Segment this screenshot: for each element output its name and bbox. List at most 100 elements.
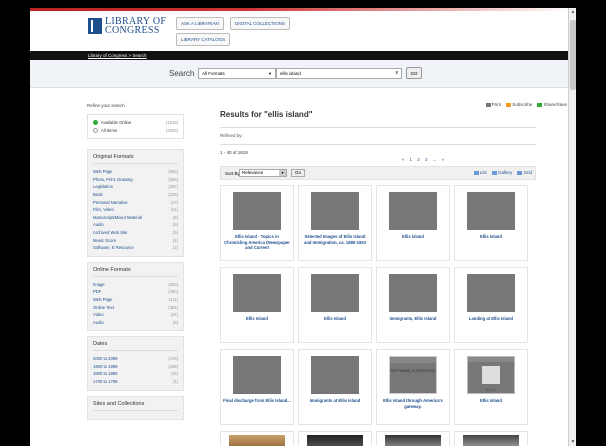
result-card[interactable]: Selected Images of Ellis Island and Immi…: [298, 185, 372, 261]
result-card[interactable]: Ellis Island: [376, 185, 450, 261]
result-card[interactable]: SOFTWARE, E RESOURCE Ellis Island through…: [376, 349, 450, 425]
print-link[interactable]: Print: [485, 102, 501, 107]
result-card[interactable]: Ellis Island: [454, 185, 528, 261]
original-formats-facet: Original Formats Web Page (862) Photo, Pr…: [87, 149, 184, 257]
facet-item[interactable]: 2000 to 2099 (478): [93, 355, 178, 363]
breadcrumb[interactable]: Library of Congress > Search: [88, 53, 147, 58]
sort-go-button[interactable]: Go: [291, 169, 305, 177]
rss-icon: [506, 102, 512, 107]
result-title[interactable]: Immigrants at Ellis Island: [299, 398, 371, 404]
facet-item[interactable]: Personal Narrative (27): [93, 199, 178, 207]
facet-item[interactable]: Photo, Print, Drawing (558): [93, 176, 178, 184]
result-title[interactable]: Final discharge from Ellis Island...: [221, 398, 293, 404]
clear-icon[interactable]: x: [396, 69, 399, 78]
result-thumbnail[interactable]: [307, 435, 363, 446]
facet-item[interactable]: Audio (6): [93, 221, 178, 229]
facet-item[interactable]: Legislation (287): [93, 183, 178, 191]
loc-logo[interactable]: LIBRARY OF CONGRESS: [88, 17, 166, 36]
facet-item[interactable]: Software, E Resource (2): [93, 244, 178, 252]
result-thumbnail[interactable]: [233, 274, 281, 312]
result-thumbnail[interactable]: [311, 274, 359, 312]
search-input[interactable]: ellis island x: [276, 68, 402, 79]
result-card[interactable]: Immigrants at Ellis Island: [298, 349, 372, 425]
facet-item[interactable]: Archived Web Site (5): [93, 229, 178, 237]
result-title[interactable]: Ellis Island - Topics in Chronicling Ame…: [221, 234, 293, 251]
result-card[interactable]: BOOK Ellis Island: [454, 349, 528, 425]
facet-item[interactable]: 1900 to 1999 (256): [93, 363, 178, 371]
result-card[interactable]: [454, 431, 528, 446]
result-thumbnail[interactable]: [233, 356, 281, 394]
result-thumbnail[interactable]: [467, 274, 515, 312]
result-thumbnail[interactable]: [311, 356, 359, 394]
result-card[interactable]: [220, 431, 294, 446]
result-title[interactable]: Ellis Island: [377, 234, 449, 240]
filter-all-items[interactable]: All Items (2683): [93, 127, 178, 135]
result-title[interactable]: Ellis Island through America's gateway.: [377, 398, 449, 409]
facet-item[interactable]: 1700 to 1799 (4): [93, 378, 178, 386]
result-card[interactable]: Immigrants, Ellis Island: [376, 267, 450, 343]
scroll-down-icon[interactable]: ▼: [569, 438, 577, 446]
view-gallery[interactable]: Gallery: [491, 170, 512, 175]
view-list[interactable]: List: [473, 170, 487, 175]
software-placeholder-thumbnail[interactable]: SOFTWARE, E RESOURCE: [389, 356, 437, 394]
results-panel: Results for "ellis island" Refined by: 1…: [220, 110, 536, 446]
facet-item[interactable]: Video (24): [93, 311, 178, 319]
result-title[interactable]: Ellis Island: [455, 234, 527, 240]
print-icon: [485, 102, 491, 107]
share-link[interactable]: Share/Save: [537, 102, 567, 107]
result-card[interactable]: Ellis Island: [220, 267, 294, 343]
result-thumbnail[interactable]: [467, 192, 515, 230]
result-title[interactable]: Selected Images of Ellis Island and Immi…: [299, 234, 371, 245]
result-thumbnail[interactable]: [229, 435, 285, 446]
result-title[interactable]: Landing at Ellis Island: [455, 316, 527, 322]
scrollbar-thumb[interactable]: [570, 20, 576, 90]
facet-item[interactable]: Web Page (862): [93, 168, 178, 176]
sort-select[interactable]: Relevance ▼: [239, 169, 287, 177]
result-thumbnail[interactable]: [389, 274, 437, 312]
result-card[interactable]: [298, 431, 372, 446]
book-placeholder-thumbnail[interactable]: BOOK: [467, 356, 515, 394]
search-go-button[interactable]: GO: [406, 67, 422, 79]
digital-collections-button[interactable]: DIGITAL COLLECTIONS: [230, 17, 291, 30]
facet-item[interactable]: Web Page (411): [93, 296, 178, 304]
result-card[interactable]: Final discharge from Ellis Island...: [220, 349, 294, 425]
result-thumbnail[interactable]: [463, 435, 519, 446]
filter-available-online[interactable]: Available Online (1819): [93, 119, 178, 127]
result-thumbnail[interactable]: [385, 435, 441, 446]
facet-item[interactable]: Image (553): [93, 281, 178, 289]
facet-item[interactable]: Audio (8): [93, 319, 178, 327]
result-title[interactable]: Immigrants, Ellis Island: [377, 316, 449, 322]
facet-item[interactable]: PDF (460): [93, 288, 178, 296]
facet-item[interactable]: Music Score (4): [93, 237, 178, 245]
result-card[interactable]: Ellis Island: [298, 267, 372, 343]
ask-librarian-button[interactable]: ASK A LIBRARIAN: [176, 17, 224, 30]
result-title[interactable]: Ellis Island: [455, 398, 527, 404]
online-formats-facet: Online Formats Image (553) PDF (460) Web P…: [87, 261, 184, 332]
sort-toolbar: Sort By Relevance ▼ Go List Gallery Grid: [220, 166, 536, 180]
radio-icon[interactable]: [93, 127, 98, 133]
result-thumbnail[interactable]: [389, 192, 437, 230]
facet-item[interactable]: 1800 to 1899 (16): [93, 370, 178, 378]
facet-item[interactable]: Online Text (384): [93, 304, 178, 312]
result-thumbnail[interactable]: [233, 192, 281, 230]
result-card[interactable]: [376, 431, 450, 446]
facet-item[interactable]: Book (226): [93, 191, 178, 199]
facet-item[interactable]: Film, Video (21): [93, 206, 178, 214]
radio-selected-icon[interactable]: [93, 120, 98, 126]
result-title[interactable]: Ellis Island: [221, 316, 293, 322]
facet-title: Dates: [93, 341, 178, 352]
subscribe-link[interactable]: Subscribe: [506, 102, 532, 107]
view-grid[interactable]: Grid: [517, 170, 532, 175]
result-title[interactable]: Ellis Island: [299, 316, 371, 322]
result-card[interactable]: Ellis Island - Topics in Chronicling Ame…: [220, 185, 294, 261]
result-thumbnail[interactable]: [311, 192, 359, 230]
scroll-up-icon[interactable]: ▲: [569, 8, 577, 16]
search-bar: Search All Formats ▼ ellis island x GO: [30, 60, 575, 88]
result-card[interactable]: Landing at Ellis Island: [454, 267, 528, 343]
format-select[interactable]: All Formats ▼: [198, 68, 276, 79]
sites-collections-facet: Sites and Collections: [87, 395, 184, 420]
library-catalogs-button[interactable]: LIBRARY CATALOGS: [176, 33, 231, 46]
pagination[interactable]: « 1 2 3 ... »: [220, 157, 536, 162]
vertical-scrollbar[interactable]: ▲ ▼: [568, 8, 576, 446]
facet-item[interactable]: Manuscript/Mixed Material (8): [93, 214, 178, 222]
